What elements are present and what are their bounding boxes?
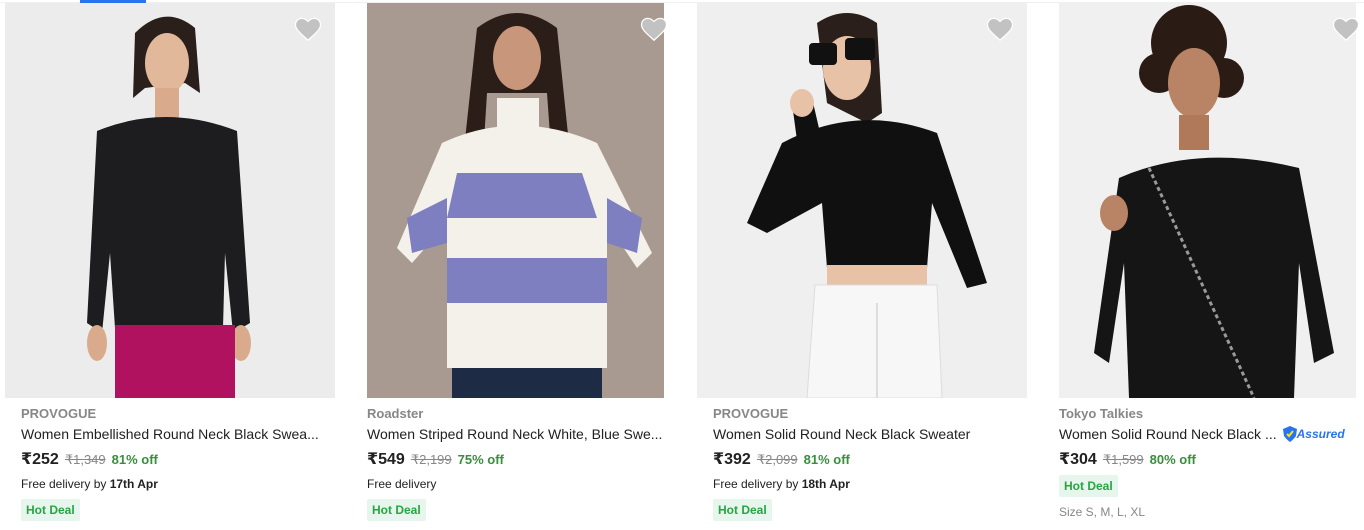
- delivery-text: Free delivery by: [713, 477, 802, 491]
- product-price: ₹549: [367, 451, 405, 468]
- product-brand: PROVOGUE: [21, 406, 97, 421]
- wishlist-heart-icon[interactable]: [1331, 14, 1361, 44]
- assured-shield-icon: [1282, 426, 1297, 442]
- assured-badge: Assured: [1282, 426, 1345, 442]
- product-discount: 75% off: [457, 452, 504, 467]
- product-image[interactable]: [1059, 3, 1356, 398]
- product-info: Tokyo Talkies Women Solid Round Neck Bla…: [1059, 405, 1359, 519]
- wishlist-heart-icon[interactable]: [985, 14, 1015, 44]
- product-image[interactable]: [5, 3, 335, 398]
- delivery-info: Free delivery by 17th Apr: [21, 475, 341, 493]
- product-mrp: ₹2,199: [410, 452, 452, 467]
- product-discount: 81% off: [803, 452, 850, 467]
- product-title[interactable]: Women Solid Round Neck Black Sweater: [713, 423, 1013, 445]
- product-mrp: ₹1,599: [1102, 452, 1144, 467]
- product-brand: Roadster: [367, 406, 424, 421]
- title-row: Women Solid Round Neck Black ... Assured: [1059, 423, 1359, 445]
- product-mrp: ₹2,099: [756, 452, 798, 467]
- product-card[interactable]: PROVOGUE Women Solid Round Neck Black Sw…: [692, 0, 1038, 530]
- product-image[interactable]: [697, 3, 1027, 398]
- product-grid: PROVOGUE Women Embellished Round Neck Bl…: [0, 0, 1364, 530]
- product-discount: 81% off: [111, 452, 158, 467]
- product-price: ₹252: [21, 451, 59, 468]
- product-card[interactable]: Tokyo Talkies Women Solid Round Neck Bla…: [1038, 0, 1364, 530]
- delivery-text: Free delivery: [367, 477, 437, 491]
- product-discount: 80% off: [1149, 452, 1196, 467]
- assured-label: Assured: [1296, 427, 1345, 441]
- product-brand: PROVOGUE: [713, 406, 789, 421]
- product-info: PROVOGUE Women Embellished Round Neck Bl…: [21, 405, 341, 521]
- product-price: ₹304: [1059, 451, 1097, 468]
- hot-deal-badge: Hot Deal: [1059, 475, 1118, 497]
- product-brand: Tokyo Talkies: [1059, 406, 1144, 421]
- hot-deal-badge: Hot Deal: [713, 499, 772, 521]
- product-title[interactable]: Women Striped Round Neck White, Blue Swe…: [367, 423, 667, 445]
- product-price: ₹392: [713, 451, 751, 468]
- wishlist-heart-icon[interactable]: [293, 14, 323, 44]
- hot-deal-badge: Hot Deal: [21, 499, 80, 521]
- product-mrp: ₹1,349: [64, 452, 106, 467]
- product-title[interactable]: Women Solid Round Neck Black ...: [1059, 423, 1277, 445]
- delivery-text: Free delivery by: [21, 477, 110, 491]
- size-options: Size S, M, L, XL: [1059, 505, 1146, 519]
- delivery-info: Free delivery by 18th Apr: [713, 475, 1033, 493]
- delivery-date: 18th Apr: [801, 477, 850, 491]
- product-info: PROVOGUE Women Solid Round Neck Black Sw…: [713, 405, 1033, 521]
- product-title[interactable]: Women Embellished Round Neck Black Swea.…: [21, 423, 321, 445]
- delivery-date: 17th Apr: [109, 477, 158, 491]
- product-card[interactable]: Roadster Women Striped Round Neck White,…: [346, 0, 692, 530]
- product-card[interactable]: PROVOGUE Women Embellished Round Neck Bl…: [0, 0, 346, 530]
- price-row: ₹549 ₹2,199 75% off: [367, 449, 687, 471]
- price-row: ₹252 ₹1,349 81% off: [21, 449, 341, 471]
- price-row: ₹392 ₹2,099 81% off: [713, 449, 1033, 471]
- wishlist-heart-icon[interactable]: [639, 14, 669, 44]
- product-image[interactable]: [367, 3, 664, 398]
- delivery-info: Free delivery: [367, 475, 687, 493]
- hot-deal-badge: Hot Deal: [367, 499, 426, 521]
- price-row: ₹304 ₹1,599 80% off: [1059, 449, 1359, 471]
- product-info: Roadster Women Striped Round Neck White,…: [367, 405, 687, 521]
